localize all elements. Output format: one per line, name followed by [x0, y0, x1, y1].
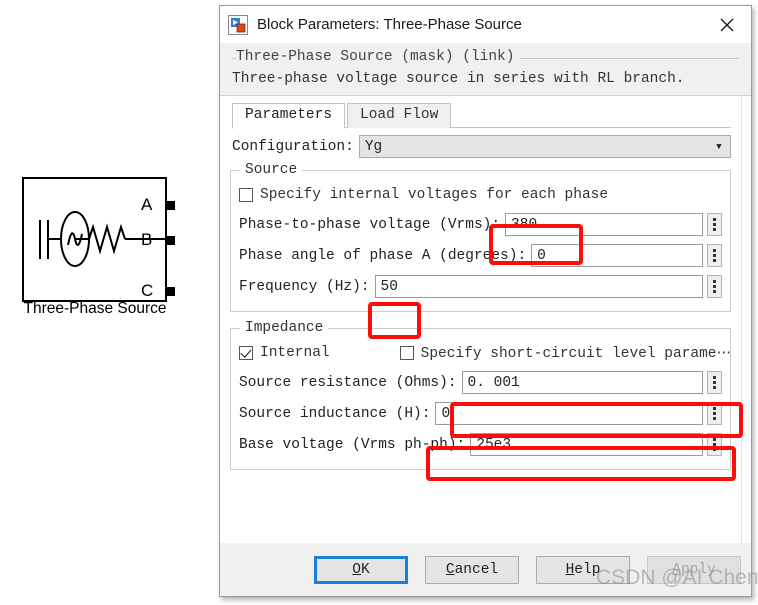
chevron-down-icon: ▼: [716, 141, 722, 152]
cancel-button[interactable]: Cancel: [425, 555, 519, 584]
screenshot-root: A B C Three-Phase Source Block Parameter…: [0, 0, 758, 605]
specify-internal-voltages-row[interactable]: Specify internal voltages for each phase: [239, 183, 722, 207]
specify-internal-voltages-checkbox[interactable]: [239, 188, 253, 202]
apply-label: pply: [680, 561, 716, 578]
tab-parameters[interactable]: Parameters: [232, 103, 346, 129]
port-label-a: A: [141, 195, 153, 214]
short-circuit-level-checkbox[interactable]: [399, 346, 414, 360]
base-voltage-row: Base voltage (Vrms ph-ph): 25e3: [239, 429, 722, 460]
phase-angle-more-icon[interactable]: [707, 244, 722, 267]
phase-angle-row: Phase angle of phase A (degrees): 0: [239, 240, 722, 271]
source-resistance-input[interactable]: 0. 001: [461, 371, 703, 394]
source-inductance-label: Source inductance (H):: [239, 405, 431, 422]
block-caption: Three-Phase Source: [23, 300, 167, 317]
help-label: elp: [574, 561, 601, 578]
impedance-checkbox-row: Internal Specify short-circuit level par…: [239, 341, 731, 365]
block-parameters-dialog: Block Parameters: Three-Phase Source Thr…: [219, 5, 752, 597]
ok-accel: O: [352, 561, 361, 578]
source-group: Source Specify internal voltages for eac…: [230, 162, 731, 312]
port-label-b: B: [141, 230, 153, 249]
ok-button[interactable]: OK: [314, 555, 408, 584]
base-voltage-more-icon[interactable]: [707, 433, 722, 456]
frequency-label: Frequency (Hz):: [239, 278, 370, 295]
dialog-content-area: Parameters Load Flow Configuration: Yg ▼…: [220, 95, 751, 543]
base-voltage-label: Base voltage (Vrms ph-ph):: [239, 436, 466, 453]
impedance-group: Impedance Internal Specify short-circuit…: [230, 320, 731, 470]
dialog-button-bar: OK Cancel Help Apply: [220, 543, 751, 596]
source-inductance-row: Source inductance (H): 0: [239, 398, 722, 429]
phase-angle-label: Phase angle of phase A (degrees):: [239, 247, 527, 264]
source-inductance-input[interactable]: 0: [435, 402, 703, 425]
source-resistance-row: Source resistance (Ohms): 0. 001: [239, 367, 722, 398]
configuration-row: Configuration: Yg ▼: [232, 135, 731, 158]
block-description-heading: Three-Phase Source (mask) (link): [236, 49, 521, 65]
dialog-title-bar[interactable]: Block Parameters: Three-Phase Source: [220, 6, 751, 43]
short-circuit-level-label: Specify short-circuit level parame⋯: [420, 345, 731, 362]
three-phase-source-block[interactable]: A B C: [22, 177, 175, 302]
base-voltage-input[interactable]: 25e3: [470, 433, 703, 456]
dialog-title: Block Parameters: Three-Phase Source: [257, 16, 522, 33]
internal-label: Internal: [260, 345, 330, 361]
internal-checkbox[interactable]: [239, 346, 253, 360]
phase-to-phase-voltage-row: Phase-to-phase voltage (Vrms): 380: [239, 209, 722, 240]
cancel-accel: C: [445, 561, 455, 578]
phase-angle-input[interactable]: 0: [531, 244, 703, 267]
vertical-scrollbar[interactable]: [741, 96, 751, 543]
close-icon[interactable]: [709, 10, 745, 40]
phase-to-phase-voltage-input[interactable]: 380: [505, 213, 703, 236]
apply-accel: A: [672, 561, 681, 578]
configuration-select[interactable]: Yg ▼: [358, 135, 731, 158]
phase-to-phase-voltage-label: Phase-to-phase voltage (Vrms):: [239, 216, 501, 233]
block-description-panel: Three-Phase Source (mask) (link) Three-p…: [220, 43, 751, 95]
ok-label: K: [361, 561, 370, 578]
source-group-legend: Source: [240, 162, 303, 178]
port-connector-b[interactable]: [166, 236, 175, 245]
port-label-c: C: [141, 281, 154, 300]
port-connector-c[interactable]: [166, 287, 175, 296]
configuration-value: Yg: [364, 138, 383, 155]
specify-internal-voltages-label: Specify internal voltages for each phase: [260, 187, 609, 203]
block-description-body: Three-phase voltage source in series wit…: [232, 71, 685, 87]
tab-strip: Parameters Load Flow: [232, 102, 731, 129]
apply-button: Apply: [647, 555, 741, 584]
phase-to-phase-voltage-more-icon[interactable]: [707, 213, 722, 236]
source-resistance-label: Source resistance (Ohms):: [239, 374, 457, 391]
source-inductance-more-icon[interactable]: [707, 402, 722, 425]
simulink-block-icon: [228, 14, 248, 35]
port-connector-a[interactable]: [166, 201, 175, 210]
frequency-input[interactable]: 50: [374, 275, 703, 298]
help-button[interactable]: Help: [536, 555, 630, 584]
help-accel: H: [565, 561, 575, 578]
configuration-label: Configuration:: [232, 138, 354, 155]
frequency-more-icon[interactable]: [707, 275, 722, 298]
cancel-label: ancel: [454, 561, 499, 578]
tab-load-flow[interactable]: Load Flow: [347, 103, 452, 128]
source-resistance-more-icon[interactable]: [707, 371, 722, 394]
impedance-group-legend: Impedance: [240, 320, 329, 336]
frequency-row: Frequency (Hz): 50: [239, 271, 722, 302]
simulink-canvas: A B C Three-Phase Source: [0, 0, 218, 605]
